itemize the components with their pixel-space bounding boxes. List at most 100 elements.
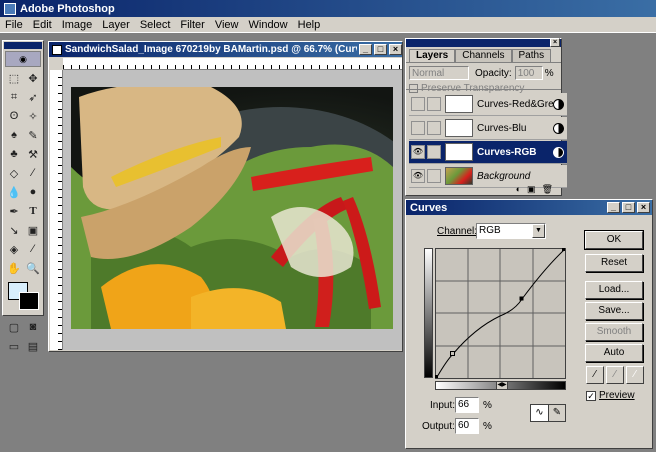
eyedropper-tool-icon[interactable]: ⁄ xyxy=(24,240,42,258)
fullscreen-mode-icon[interactable]: ▤ xyxy=(24,337,42,355)
black-eyedropper-icon[interactable]: ⁄ xyxy=(586,366,604,384)
load-button[interactable]: Load... xyxy=(585,281,643,299)
eye-icon[interactable]: 👁 xyxy=(411,169,425,183)
pencil-icon[interactable]: ✎ xyxy=(549,405,565,421)
visibility-toggle[interactable] xyxy=(411,97,425,111)
input-percent: % xyxy=(483,400,492,411)
curve-tool-icon[interactable]: ∿ xyxy=(531,405,549,421)
canvas-area[interactable] xyxy=(63,70,402,350)
close-icon[interactable]: × xyxy=(550,38,560,47)
menu-view[interactable]: View xyxy=(210,19,244,31)
menu-layer[interactable]: Layer xyxy=(97,19,135,31)
layer-mask-icon[interactable]: ◐ xyxy=(516,184,521,194)
menu-window[interactable]: Window xyxy=(244,19,293,31)
curve-graph[interactable] xyxy=(435,248,566,379)
dodge-tool-icon[interactable]: ● xyxy=(24,183,42,201)
blend-mode-select[interactable]: Normal xyxy=(409,66,469,80)
white-eyedropper-icon[interactable]: ⁄ xyxy=(626,366,644,384)
minimize-icon[interactable]: _ xyxy=(359,44,372,55)
link-toggle[interactable] xyxy=(427,121,441,135)
gray-eyedropper-icon[interactable]: ⁄ xyxy=(606,366,624,384)
curves-titlebar[interactable]: Curves _ □ × xyxy=(406,200,652,215)
tab-layers[interactable]: Layers xyxy=(409,49,456,62)
background-color[interactable] xyxy=(19,292,39,310)
opacity-input[interactable]: 100 xyxy=(514,66,543,80)
layer-name: Curves-RGB xyxy=(477,146,537,158)
menu-help[interactable]: Help xyxy=(293,19,326,31)
opacity-unit: % xyxy=(544,67,554,79)
new-layer-icon[interactable]: ▣ xyxy=(527,184,536,195)
layer-name: Curves-Red&Gre... xyxy=(477,98,553,110)
output-field[interactable]: 60 xyxy=(455,418,479,434)
chevron-down-icon[interactable]: ▼ xyxy=(532,224,545,238)
menu-filter[interactable]: Filter xyxy=(175,19,209,31)
layer-thumbnail xyxy=(445,95,473,113)
rubber-stamp-icon[interactable]: ♣ xyxy=(5,145,23,163)
eraser-icon[interactable]: ◇ xyxy=(5,164,23,182)
move-tool-icon[interactable]: ✥ xyxy=(24,69,42,87)
layer-thumbnail xyxy=(445,119,473,137)
save-button[interactable]: Save... xyxy=(585,302,643,320)
layer-row[interactable]: Curves-Red&Gre... xyxy=(409,93,567,116)
menu-file[interactable]: File xyxy=(0,19,28,31)
layer-row[interactable]: Curves-Blu xyxy=(409,117,567,140)
layers-footer: ◐ ▣ 🗑 xyxy=(406,183,561,195)
ok-button[interactable]: OK xyxy=(584,230,644,250)
smooth-button[interactable]: Smooth xyxy=(585,323,643,341)
hand-tool-icon[interactable]: ✋ xyxy=(5,259,23,277)
trash-icon[interactable]: 🗑 xyxy=(542,184,553,195)
maximize-icon[interactable]: □ xyxy=(374,44,387,55)
adjustment-layer-icon xyxy=(553,146,564,158)
document-titlebar[interactable]: SandwichSalad_Image 670219by BAMartin.ps… xyxy=(49,42,402,57)
brush-icon[interactable] xyxy=(427,145,441,159)
menu-select[interactable]: Select xyxy=(135,19,176,31)
input-field[interactable]: 66 xyxy=(455,397,479,413)
visibility-toggle[interactable] xyxy=(411,121,425,135)
curve-point[interactable] xyxy=(450,351,455,356)
curve-endpoint[interactable] xyxy=(562,248,565,251)
adjustment-layer-icon xyxy=(553,98,564,110)
lasso-icon[interactable]: ʘ xyxy=(5,107,23,125)
paintbrush-icon[interactable]: ✎ xyxy=(24,126,42,144)
maximize-icon[interactable]: □ xyxy=(622,202,635,213)
type-tool-icon[interactable]: T xyxy=(24,202,42,220)
curve-point[interactable] xyxy=(519,296,524,301)
color-swatches[interactable] xyxy=(3,280,43,314)
minimize-icon[interactable]: _ xyxy=(607,202,620,213)
eye-icon[interactable]: 👁 xyxy=(411,145,425,159)
lasso-tool-icon[interactable]: ➶ xyxy=(24,88,42,106)
menu-image[interactable]: Image xyxy=(57,19,98,31)
input-gradient-bar: ◀▶ xyxy=(435,381,566,390)
zoom-tool-icon[interactable]: 🔍 xyxy=(24,259,42,277)
measure-tool-icon[interactable]: ↘ xyxy=(5,221,23,239)
preview-checkbox[interactable]: ✓ xyxy=(586,390,596,401)
pen-tool-icon[interactable]: ✒ xyxy=(5,202,23,220)
layer-row-selected[interactable]: 👁 Curves-RGB xyxy=(409,141,567,164)
auto-button[interactable]: Auto xyxy=(585,344,643,362)
airbrush-icon[interactable]: ♠ xyxy=(5,126,23,144)
gradient-tool-icon[interactable]: ▣ xyxy=(24,221,42,239)
history-brush-icon[interactable]: ⚒ xyxy=(24,145,42,163)
link-toggle[interactable] xyxy=(427,97,441,111)
tab-channels[interactable]: Channels xyxy=(455,49,512,62)
menu-edit[interactable]: Edit xyxy=(28,19,57,31)
standard-mode-icon[interactable]: ▢ xyxy=(5,318,23,336)
crop-tool-icon[interactable]: ⌗ xyxy=(5,88,23,106)
close-icon[interactable]: × xyxy=(389,44,402,55)
reset-button[interactable]: Reset xyxy=(585,254,643,272)
quickmask-mode-icon[interactable]: ◙ xyxy=(24,318,42,336)
paint-bucket-icon[interactable]: ◈ xyxy=(5,240,23,258)
channel-select[interactable]: RGB ▼ xyxy=(476,223,546,239)
layers-tabs: Layers Channels Paths xyxy=(406,49,561,63)
pencil-tool-icon[interactable]: ∕ xyxy=(24,164,42,182)
link-toggle[interactable] xyxy=(427,169,441,183)
marquee-tool-icon[interactable]: ⬚ xyxy=(5,69,23,87)
curve-endpoint[interactable] xyxy=(435,375,438,378)
tab-paths[interactable]: Paths xyxy=(511,49,552,62)
output-percent: % xyxy=(483,421,492,432)
magic-wand-icon[interactable]: ✧ xyxy=(24,107,42,125)
close-icon[interactable]: × xyxy=(637,202,650,213)
blur-tool-icon[interactable]: 💧 xyxy=(5,183,23,201)
screen-mode-icon[interactable]: ▭ xyxy=(5,337,23,355)
gradient-toggle-icon[interactable]: ◀▶ xyxy=(496,381,508,390)
